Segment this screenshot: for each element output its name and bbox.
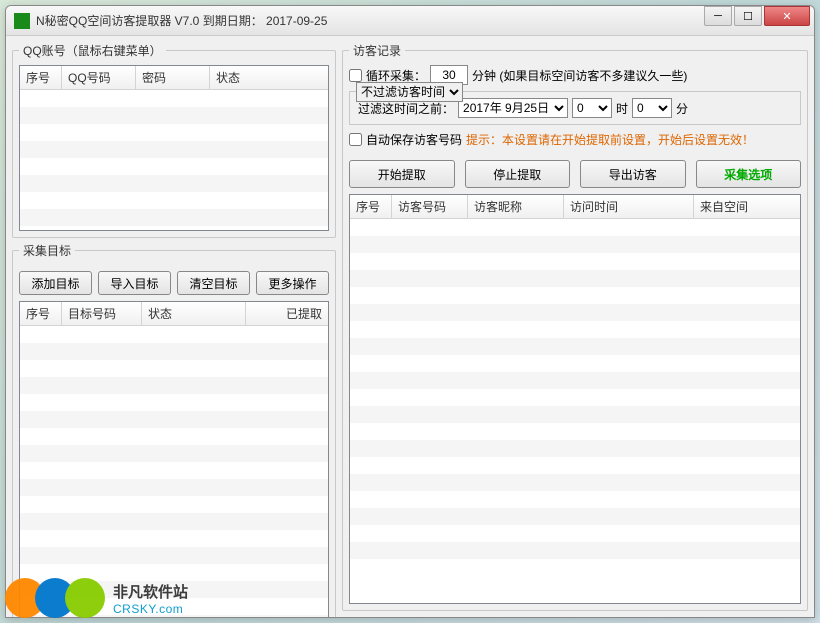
qq-col-password[interactable]: 密码 [136,66,210,89]
table-row[interactable] [350,219,800,236]
qq-col-number[interactable]: QQ号码 [62,66,136,89]
autosave-warning: 提示：本设置请在开始提取前设置，开始后设置无效！ [466,131,754,148]
logo-dot-green [65,578,105,618]
start-extract-button[interactable]: 开始提取 [349,160,455,188]
tgt-col-extracted[interactable]: 已提取 [246,302,328,325]
records-table[interactable]: 序号 访客号码 访客昵称 访问时间 来自空间 [349,194,801,604]
watermark-en: CRSKY.com [113,602,188,616]
table-row[interactable] [20,530,328,547]
table-row[interactable] [350,270,800,287]
filter-mode-select[interactable]: 不过滤访客时间 [356,82,463,102]
table-row[interactable] [350,491,800,508]
rec-col-number[interactable]: 访客号码 [392,195,468,218]
table-row[interactable] [350,508,800,525]
filter-label: 过滤这时间之前： [358,100,454,117]
table-row[interactable] [350,542,800,559]
watermark-cn: 非凡软件站 [113,581,188,602]
table-row[interactable] [20,107,328,124]
table-row[interactable] [20,394,328,411]
table-row[interactable] [350,338,800,355]
table-row[interactable] [20,513,328,530]
autosave-label: 自动保存访客号码 [366,131,462,148]
table-row[interactable] [350,372,800,389]
add-target-button[interactable]: 添加目标 [19,271,92,295]
table-row[interactable] [20,175,328,192]
clear-target-button[interactable]: 清空目标 [177,271,250,295]
filter-date-select[interactable]: 2017年 9月25日 [458,98,568,118]
filter-fieldset: 不过滤访客时间 过滤这时间之前： 2017年 9月25日 0 时 0 分 [349,91,801,125]
qq-legend: QQ账号（鼠标右键菜单） [19,42,166,59]
more-actions-button[interactable]: 更多操作 [256,271,329,295]
table-row[interactable] [350,423,800,440]
table-row[interactable] [20,158,328,175]
table-row[interactable] [20,326,328,343]
targets-group: 采集目标 添加目标 导入目标 清空目标 更多操作 序号 目标号码 状态 已提取 [12,242,336,618]
table-row[interactable] [20,343,328,360]
table-row[interactable] [20,141,328,158]
tgt-col-index[interactable]: 序号 [20,302,62,325]
table-row[interactable] [20,411,328,428]
rec-col-index[interactable]: 序号 [350,195,392,218]
close-button[interactable]: ✕ [764,6,810,26]
table-row[interactable] [350,253,800,270]
import-target-button[interactable]: 导入目标 [98,271,171,295]
table-row[interactable] [20,124,328,141]
table-row[interactable] [350,321,800,338]
watermark: 非凡软件站 CRSKY.com [5,578,188,618]
rec-col-time[interactable]: 访问时间 [564,195,694,218]
table-row[interactable] [20,192,328,209]
table-row[interactable] [20,428,328,445]
filter-hour-select[interactable]: 0 [572,98,612,118]
autosave-checkbox[interactable] [349,133,362,146]
rec-col-from[interactable]: 来自空间 [694,195,800,218]
minimize-button[interactable]: ─ [704,6,732,26]
table-row[interactable] [20,377,328,394]
export-visitors-button[interactable]: 导出访客 [580,160,686,188]
titlebar[interactable]: N秘密QQ空间访客提取器 V7.0 到期日期： 2017-09-25 ─ ☐ ✕ [6,6,814,36]
table-row[interactable] [20,462,328,479]
qq-accounts-group: QQ账号（鼠标右键菜单） 序号 QQ号码 密码 状态 [12,42,336,238]
table-row[interactable] [20,209,328,226]
table-row[interactable] [350,406,800,423]
collect-options-button[interactable]: 采集选项 [696,160,802,188]
records-legend: 访客记录 [349,42,405,59]
table-row[interactable] [350,236,800,253]
visitor-records-group: 访客记录 循环采集： 分钟 (如果目标空间访客不多建议久一些) 不过滤访客时间 … [342,42,808,611]
table-row[interactable] [350,389,800,406]
qq-table[interactable]: 序号 QQ号码 密码 状态 [19,65,329,231]
table-row[interactable] [350,457,800,474]
table-row[interactable] [20,479,328,496]
app-icon [14,13,30,29]
qq-col-status[interactable]: 状态 [210,66,328,89]
table-row[interactable] [20,90,328,107]
qq-col-index[interactable]: 序号 [20,66,62,89]
table-row[interactable] [350,304,800,321]
tgt-col-number[interactable]: 目标号码 [62,302,142,325]
loop-collect-checkbox[interactable] [349,69,362,82]
maximize-button[interactable]: ☐ [734,6,762,26]
table-row[interactable] [350,440,800,457]
hour-unit: 时 [616,100,628,117]
table-row[interactable] [350,474,800,491]
table-row[interactable] [350,355,800,372]
rec-col-nick[interactable]: 访客昵称 [468,195,564,218]
table-row[interactable] [20,360,328,377]
loop-label: 循环采集： [366,67,426,84]
table-row[interactable] [350,525,800,542]
targets-table[interactable]: 序号 目标号码 状态 已提取 [19,301,329,618]
table-row[interactable] [20,496,328,513]
loop-unit: 分钟 (如果目标空间访客不多建议久一些) [472,67,687,84]
app-window: N秘密QQ空间访客提取器 V7.0 到期日期： 2017-09-25 ─ ☐ ✕… [5,5,815,618]
filter-min-select[interactable]: 0 [632,98,672,118]
stop-extract-button[interactable]: 停止提取 [465,160,571,188]
table-row[interactable] [20,547,328,564]
title-text: N秘密QQ空间访客提取器 V7.0 到期日期： 2017-09-25 [36,12,704,29]
table-row[interactable] [350,287,800,304]
table-row[interactable] [20,445,328,462]
targets-legend: 采集目标 [19,242,75,259]
min-unit: 分 [676,100,688,117]
tgt-col-status[interactable]: 状态 [142,302,246,325]
